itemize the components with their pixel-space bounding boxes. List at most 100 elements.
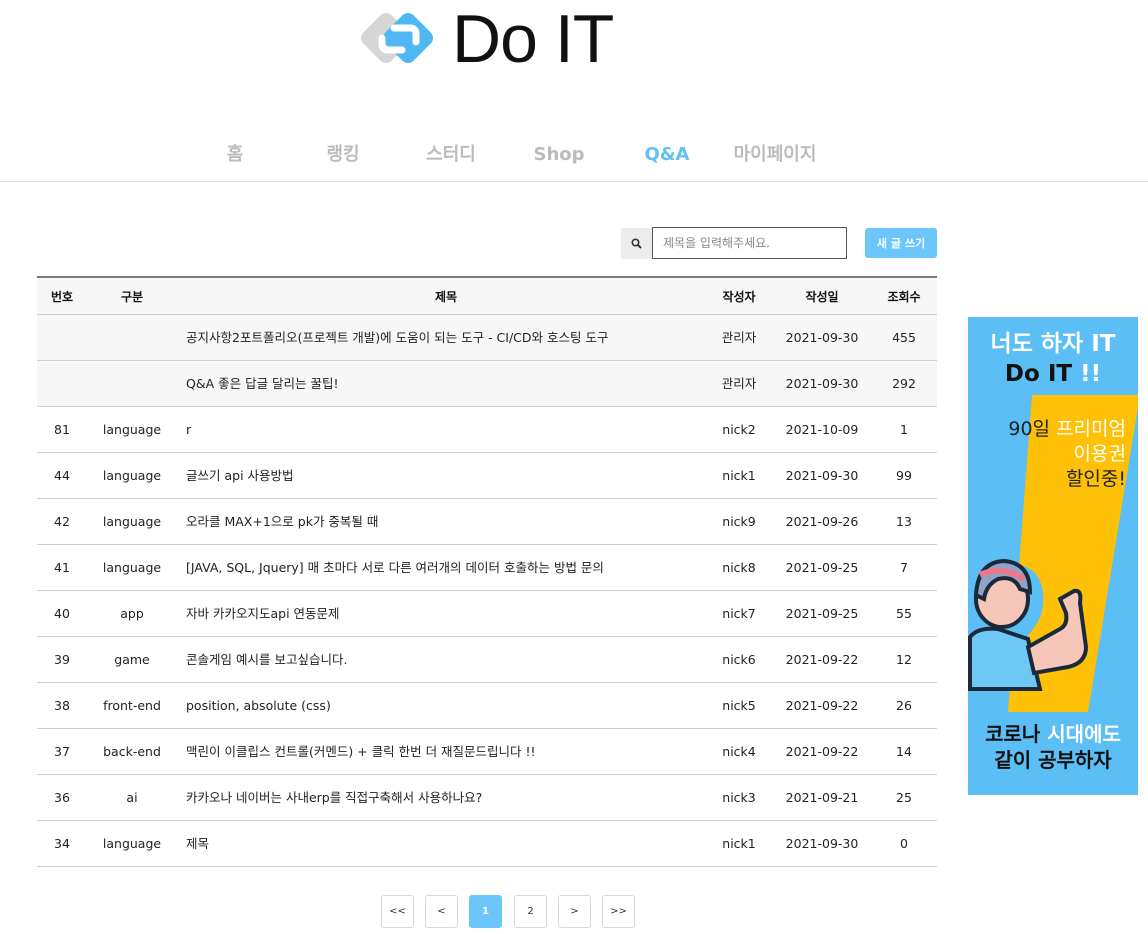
row-title[interactable]: r bbox=[186, 407, 706, 452]
page-2-button[interactable]: 2 bbox=[514, 895, 547, 928]
row-no: 81 bbox=[54, 422, 70, 437]
row-writer: nick8 bbox=[722, 560, 756, 575]
table-row[interactable]: 81 language r nick2 2021-10-09 1 bbox=[37, 407, 937, 453]
row-date: 2021-09-30 bbox=[785, 330, 859, 345]
row-no: 44 bbox=[54, 468, 70, 483]
row-views: 26 bbox=[896, 698, 912, 713]
row-category: app bbox=[120, 606, 144, 621]
row-views: 12 bbox=[896, 652, 912, 667]
row-date: 2021-09-22 bbox=[785, 698, 859, 713]
table-row[interactable]: 36 ai 카카오나 네이버는 사내erp를 직접구축해서 사용하나요? nic… bbox=[37, 775, 937, 821]
row-writer: nick3 bbox=[722, 790, 756, 805]
row-category: language bbox=[102, 560, 162, 575]
table-row[interactable]: 42 language 오라클 MAX+1으로 pk가 중복될 때 nick9 … bbox=[37, 499, 937, 545]
new-post-button[interactable]: 새 글 쓰기 bbox=[865, 228, 937, 258]
row-title[interactable]: 자바 카카오지도api 연동문제 bbox=[186, 591, 706, 636]
header-category: 구분 bbox=[120, 290, 144, 304]
row-writer: nick2 bbox=[722, 422, 756, 437]
row-writer: nick5 bbox=[722, 698, 756, 713]
row-title[interactable]: 맥린이 이클립스 컨트롤(커멘드) + 클릭 한번 더 재질문드립니다 !! bbox=[186, 729, 706, 774]
banner-slogan-b: 시대에도 bbox=[1047, 722, 1121, 746]
row-title[interactable]: [JAVA, SQL, Jquery] 매 초마다 서로 다른 여러개의 데이터… bbox=[186, 545, 706, 590]
table-row[interactable]: 39 game 콘솔게임 예시를 보고싶습니다. nick6 2021-09-2… bbox=[37, 637, 937, 683]
row-category: language bbox=[102, 514, 162, 529]
page-last-button[interactable]: >> bbox=[602, 895, 635, 928]
row-views: 55 bbox=[896, 606, 912, 621]
row-views: 14 bbox=[896, 744, 912, 759]
nav-mypage[interactable]: 마이페이지 bbox=[720, 141, 830, 169]
row-writer: nick9 bbox=[722, 514, 756, 529]
banner-promo-pass: 이용권 bbox=[1073, 443, 1126, 465]
row-title[interactable]: 오라클 MAX+1으로 pk가 중복될 때 bbox=[186, 499, 706, 544]
table-row[interactable]: 37 back-end 맥린이 이클립스 컨트롤(커멘드) + 클릭 한번 더 … bbox=[37, 729, 937, 775]
row-writer: nick4 bbox=[722, 744, 756, 759]
row-views: 7 bbox=[900, 560, 908, 575]
row-title[interactable]: 카카오나 네이버는 사내erp를 직접구축해서 사용하나요? bbox=[186, 775, 706, 820]
row-no: 36 bbox=[54, 790, 70, 805]
row-title[interactable]: 공지사항2포트폴리오(프로젝트 개발)에 도움이 되는 도구 - CI/CD와 … bbox=[186, 315, 706, 360]
banner-slogan-a: 코로나 bbox=[985, 722, 1041, 746]
page-prev-button[interactable]: < bbox=[425, 895, 458, 928]
banner-promo-sale: 할인중! bbox=[1065, 468, 1126, 490]
search-input[interactable] bbox=[652, 227, 847, 259]
search-button[interactable] bbox=[621, 228, 652, 259]
nav-home[interactable]: 홈 bbox=[180, 141, 290, 169]
site-logo[interactable]: Do IT bbox=[354, 1, 614, 77]
row-title[interactable]: Q&A 좋은 답글 달리는 꿀팁! bbox=[186, 361, 706, 406]
row-views: 0 bbox=[900, 836, 908, 851]
row-views: 292 bbox=[892, 376, 916, 391]
nav-study[interactable]: 스터디 bbox=[396, 141, 506, 169]
nav-ranking[interactable]: 랭킹 bbox=[288, 141, 398, 169]
nav-shop[interactable]: Shop bbox=[504, 141, 614, 169]
row-no: 34 bbox=[54, 836, 70, 851]
row-title[interactable]: 제목 bbox=[186, 821, 706, 866]
table-row[interactable]: 38 front-end position, absolute (css) ni… bbox=[37, 683, 937, 729]
row-writer: nick1 bbox=[722, 468, 756, 483]
table-header: 번호 구분 제목 작성자 작성일 조회수 bbox=[37, 276, 937, 315]
table-row[interactable]: 41 language [JAVA, SQL, Jquery] 매 초마다 서로… bbox=[37, 545, 937, 591]
logo-mark-icon bbox=[361, 13, 433, 63]
search-icon bbox=[631, 238, 642, 249]
banner-promo-premium: 프리미엄 bbox=[1056, 418, 1126, 440]
row-writer: nick6 bbox=[722, 652, 756, 667]
row-views: 13 bbox=[896, 514, 912, 529]
row-title[interactable]: 글쓰기 api 사용방법 bbox=[186, 453, 706, 498]
qna-board-table: 번호 구분 제목 작성자 작성일 조회수 공지사항2포트폴리오(프로젝트 개발)… bbox=[37, 276, 937, 867]
row-category: ai bbox=[126, 790, 138, 805]
nav-qna[interactable]: Q&A bbox=[612, 141, 722, 169]
page-first-button[interactable]: << bbox=[381, 895, 414, 928]
promo-banner[interactable]: 너도 하자 IT Do IT !! 90일 프리미엄 이용권 할인중! 코로나 … bbox=[968, 317, 1138, 795]
table-row[interactable]: 44 language 글쓰기 api 사용방법 nick1 2021-09-3… bbox=[37, 453, 937, 499]
row-no: 40 bbox=[54, 606, 70, 621]
row-writer: nick7 bbox=[722, 606, 756, 621]
page-1-button[interactable]: 1 bbox=[469, 895, 502, 928]
row-title[interactable]: position, absolute (css) bbox=[186, 683, 706, 728]
header-writer: 작성자 bbox=[722, 290, 756, 304]
banner-promo: 90일 프리미엄 이용권 할인중! bbox=[976, 417, 1126, 492]
header-views: 조회수 bbox=[887, 290, 921, 304]
table-row[interactable]: 34 language 제목 nick1 2021-09-30 0 bbox=[37, 821, 937, 867]
row-views: 1 bbox=[900, 422, 908, 437]
banner-brand-exclaim: !! bbox=[1080, 361, 1102, 387]
row-views: 25 bbox=[896, 790, 912, 805]
main-navigation: 홈 랭킹 스터디 Shop Q&A 마이페이지 bbox=[180, 141, 830, 169]
banner-headline: 너도 하자 IT bbox=[990, 331, 1116, 357]
row-date: 2021-09-25 bbox=[785, 606, 859, 621]
row-date: 2021-09-30 bbox=[785, 376, 859, 391]
table-row[interactable]: 40 app 자바 카카오지도api 연동문제 nick7 2021-09-25… bbox=[37, 591, 937, 637]
row-title[interactable]: 콘솔게임 예시를 보고싶습니다. bbox=[186, 637, 706, 682]
logo-text: Do IT bbox=[452, 1, 614, 77]
row-writer: 관리자 bbox=[721, 376, 757, 391]
notice-row[interactable]: Q&A 좋은 답글 달리는 꿀팁! 관리자 2021-09-30 292 bbox=[37, 361, 937, 407]
row-date: 2021-09-22 bbox=[785, 652, 859, 667]
nav-divider bbox=[0, 181, 1148, 182]
row-date: 2021-09-21 bbox=[785, 790, 859, 805]
row-no: 42 bbox=[54, 514, 70, 529]
header-title: 제목 bbox=[434, 290, 458, 304]
page-next-button[interactable]: > bbox=[558, 895, 591, 928]
row-category: language bbox=[102, 836, 162, 851]
row-date: 2021-09-26 bbox=[785, 514, 859, 529]
row-date: 2021-09-30 bbox=[785, 468, 859, 483]
notice-row[interactable]: 공지사항2포트폴리오(프로젝트 개발)에 도움이 되는 도구 - CI/CD와 … bbox=[37, 315, 937, 361]
row-no: 38 bbox=[54, 698, 70, 713]
